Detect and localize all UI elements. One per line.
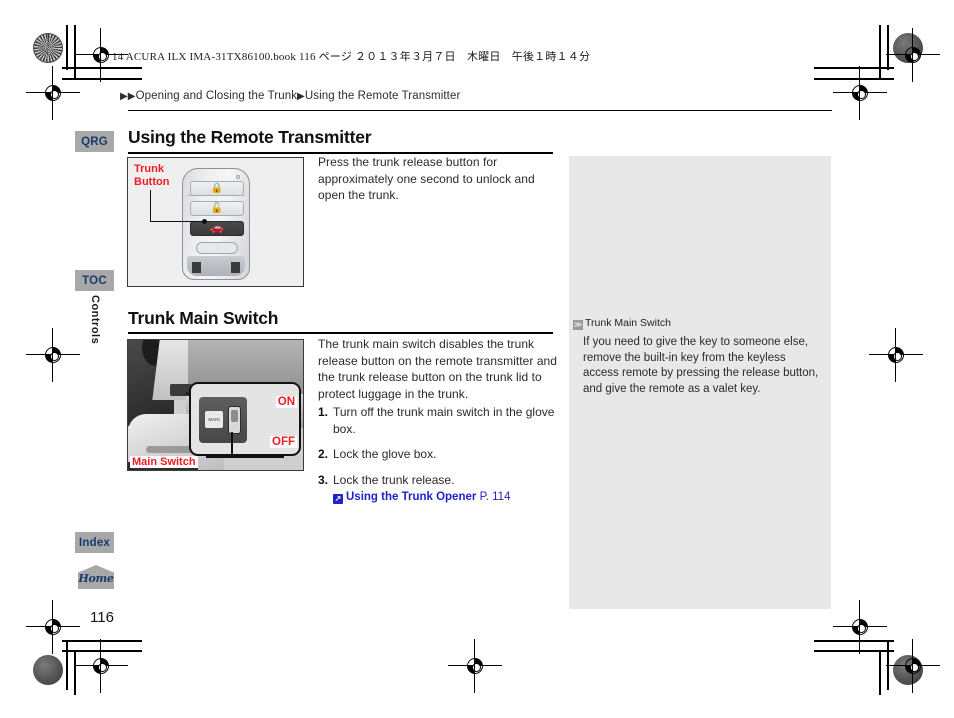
callout-trunk-button: Trunk Button <box>134 163 170 188</box>
chapter-label-controls: Controls <box>89 295 101 345</box>
step-text-with-reference: Lock the trunk release. ↗ Using the Trunk… <box>333 472 562 506</box>
unlock-icon: 🔓 <box>210 202 224 214</box>
body-text-remote-transmitter: Press the trunk release button for appro… <box>318 155 535 202</box>
figure-remote-key-fob: 🔒 🔓 🚗 Trunk Button <box>127 157 304 287</box>
step-number: 1. <box>318 405 329 419</box>
cross-reference-page: P. 114 <box>479 491 511 503</box>
figure-trunk-main-switch: MAIN ON OFF Main Switch <box>127 339 304 471</box>
registration-mark-top-center-left <box>74 28 128 82</box>
unlock-button[interactable]: 🔓 <box>190 201 244 216</box>
main-switch-toggle[interactable] <box>228 406 241 434</box>
numbered-steps-list: 1. Turn off the trunk main switch in the… <box>318 404 562 515</box>
rosette-mark-top-left <box>33 33 63 63</box>
list-item: 3. Lock the trunk release. ↗ Using the Tr… <box>318 472 562 506</box>
key-fob-notch-left <box>192 262 201 273</box>
jump-arrow-icon: ↗ <box>333 494 343 504</box>
crop-mark <box>74 650 76 695</box>
crop-mark <box>66 640 68 690</box>
switch-panel: MAIN <box>199 397 247 443</box>
breadcrumb: ▶▶Opening and Closing the Trunk▶Using th… <box>120 90 460 102</box>
note-title: ≫ Trunk Main Switch <box>573 317 671 330</box>
panic-button[interactable] <box>196 242 238 254</box>
sidebar-item-index[interactable]: Index <box>75 532 114 553</box>
registration-mark-mid-right <box>869 328 923 382</box>
cross-reference-link[interactable]: ↗ Using the Trunk Opener P. 114 <box>333 489 562 506</box>
list-item: 1. Turn off the trunk main switch in the… <box>318 404 562 437</box>
note-body: If you need to give the key to someone e… <box>583 336 819 395</box>
body-text-trunk-main-switch: The trunk main switch disables the trunk… <box>318 337 558 401</box>
crop-mark <box>814 67 894 69</box>
crop-mark <box>879 25 881 80</box>
section-heading-remote-transmitter: Using the Remote Transmitter <box>128 127 372 147</box>
step-text: Lock the glove box. <box>333 447 437 461</box>
step-number: 3. <box>318 472 329 487</box>
label-on: ON <box>275 396 297 408</box>
registration-mark-bottom-left <box>26 600 80 654</box>
label-main-switch: Main Switch <box>130 456 198 468</box>
lock-icon: 🔒 <box>210 182 224 194</box>
step-text: Lock the trunk release. <box>333 472 455 487</box>
breadcrumb-level-2[interactable]: Using the Remote Transmitter <box>305 90 461 102</box>
list-item: 2. Lock the glove box. <box>318 446 562 463</box>
sidebar-item-toc[interactable]: TOC <box>75 270 114 291</box>
crop-mark <box>62 640 142 642</box>
breadcrumb-double-arrow-icon: ▶▶ <box>120 91 136 102</box>
crop-mark <box>74 25 76 80</box>
breadcrumb-level-1[interactable]: Opening and Closing the Trunk <box>136 90 297 102</box>
key-fob-notch-right <box>231 262 240 273</box>
switch-detail-callout: MAIN ON OFF <box>189 382 301 456</box>
crop-mark <box>62 650 142 652</box>
registration-mark-bottom-corner-right <box>886 639 940 693</box>
density-dot-bottom-left <box>33 655 63 685</box>
trunk-release-button[interactable]: 🚗 <box>190 221 244 236</box>
section-heading-trunk-main-switch: Trunk Main Switch <box>128 308 279 328</box>
step-number: 2. <box>318 447 329 461</box>
crop-mark <box>814 640 894 642</box>
registration-mark-bottom-corner-left <box>74 639 128 693</box>
step-text: Turn off the trunk main switch in the gl… <box>333 405 555 436</box>
crop-mark <box>814 650 894 652</box>
car-trunk-icon: 🚗 <box>210 222 224 234</box>
main-switch-leader-vertical <box>231 432 233 456</box>
lock-button[interactable]: 🔒 <box>190 181 244 196</box>
home-label: Home <box>78 572 114 585</box>
callout-leader-horizontal <box>150 221 204 223</box>
registration-mark-top-left <box>26 66 80 120</box>
manual-page: 14 ACURA ILX IMA-31TX86100.book 116 ページ … <box>0 0 954 718</box>
registration-mark-top-right <box>833 66 887 120</box>
sidebar-item-qrg[interactable]: QRG <box>75 131 114 152</box>
crop-mark <box>62 78 142 80</box>
sidebar-item-home[interactable]: Home <box>78 565 114 589</box>
registration-mark-bottom-right <box>833 600 887 654</box>
crop-mark <box>887 25 889 70</box>
note-panel: ≫ Trunk Main Switch If you need to give t… <box>569 156 831 609</box>
note-chevron-icon: ≫ <box>573 320 583 330</box>
registration-mark-top-corner-right <box>886 28 940 82</box>
registration-mark-mid-left <box>26 328 80 382</box>
main-switch-label-leader <box>206 456 284 458</box>
main-switch-icon-text: MAIN <box>208 417 220 422</box>
section-divider <box>128 332 553 334</box>
breadcrumb-divider <box>128 110 832 111</box>
cross-reference-title: Using the Trunk Opener <box>346 491 477 503</box>
label-off: OFF <box>270 436 297 448</box>
main-switch-icon: MAIN <box>205 411 223 428</box>
crop-mark <box>66 25 68 70</box>
page-number: 116 <box>90 609 114 626</box>
breadcrumb-single-arrow-icon: ▶ <box>297 91 305 102</box>
key-ring-hole-icon <box>236 175 240 179</box>
crop-mark <box>879 650 881 695</box>
book-header-line: 14 ACURA ILX IMA-31TX86100.book 116 ページ … <box>112 51 591 63</box>
registration-mark-bottom-center <box>448 639 502 693</box>
key-fob-illustration: 🔒 🔓 🚗 <box>182 168 250 280</box>
note-title-text: Trunk Main Switch <box>585 317 671 329</box>
callout-leader-dot <box>202 219 207 224</box>
callout-leader-vertical <box>150 190 152 222</box>
